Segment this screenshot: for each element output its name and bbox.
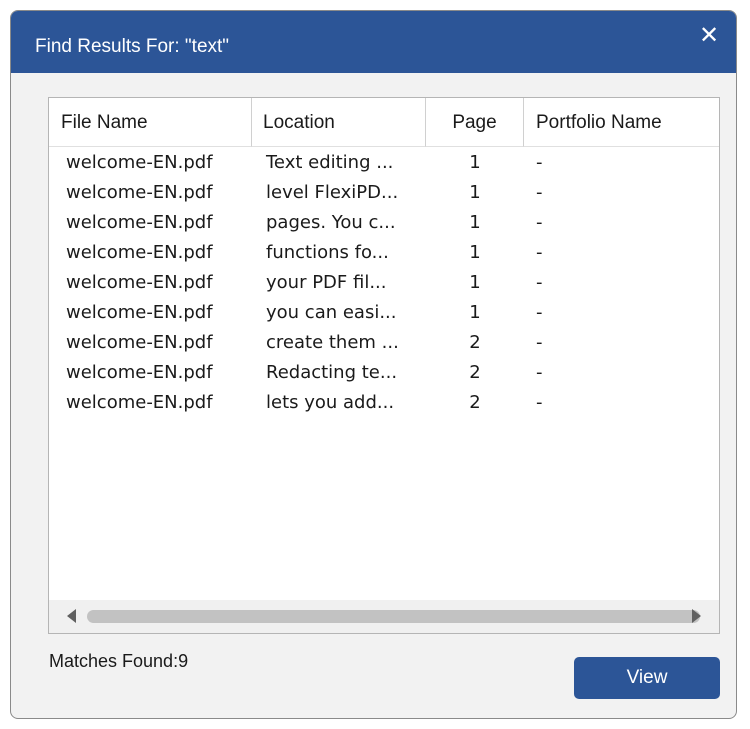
find-results-dialog: Find Results For: "text" ✕ File Name Loc… [10, 10, 737, 719]
cell-file-name: welcome-EN.pdf [66, 392, 213, 413]
table-row[interactable]: welcome-EN.pdf Text editing ... 1 - [49, 148, 719, 178]
scrollbar-thumb[interactable] [87, 610, 700, 623]
cell-file-name: welcome-EN.pdf [66, 362, 213, 383]
cell-page: 2 [469, 332, 481, 353]
table-row[interactable]: welcome-EN.pdf functions fo... 1 - [49, 238, 719, 268]
cell-location: functions fo... [266, 242, 389, 263]
cell-file-name: welcome-EN.pdf [66, 242, 213, 263]
list-rows: welcome-EN.pdf Text editing ... 1- welcome-… [49, 148, 719, 418]
table-row[interactable]: welcome-EN.pdf lets you add... 2 - [49, 388, 719, 418]
cell-location: level FlexiPD... [266, 182, 399, 203]
cell-file-name: welcome-EN.pdf [66, 332, 213, 353]
scroll-left-arrow-icon[interactable] [67, 609, 76, 623]
cell-portfolio-name: - [536, 242, 543, 263]
column-header-file-name[interactable]: File Name [49, 98, 252, 147]
table-row[interactable]: welcome-EN.pdf pages. You c... 1 - [49, 208, 719, 238]
view-button[interactable]: View [574, 657, 720, 699]
column-header-page[interactable]: Page [426, 98, 524, 147]
close-icon[interactable]: ✕ [696, 23, 722, 49]
cell-page: 2 [469, 362, 481, 383]
horizontal-scrollbar[interactable] [49, 600, 719, 633]
scroll-right-arrow-icon[interactable] [692, 609, 701, 623]
cell-location: your PDF fil... [266, 272, 387, 293]
cell-page: 2 [469, 392, 481, 413]
matches-found-label: Matches Found:9 [49, 651, 189, 671]
column-header-location[interactable]: Location [252, 98, 426, 147]
cell-page: 1 [469, 182, 481, 203]
cell-location: you can easi... [266, 302, 397, 323]
cell-location: create them ... [266, 332, 399, 353]
cell-portfolio-name: - [536, 182, 543, 203]
column-header-portfolio-name[interactable]: Portfolio Name [524, 98, 719, 147]
cell-file-name: welcome-EN.pdf [66, 152, 213, 173]
cell-page: 1 [469, 242, 481, 263]
table-row[interactable]: welcome-EN.pdf you can easi... 1 - [49, 298, 719, 328]
table-row[interactable]: welcome-EN.pdf create them ... 2 - [49, 328, 719, 358]
results-list[interactable]: File Name Location Page Portfolio Name w… [48, 97, 720, 634]
cell-portfolio-name: - [536, 392, 543, 413]
cell-file-name: welcome-EN.pdf [66, 212, 213, 233]
cell-file-name: welcome-EN.pdf [66, 302, 213, 323]
list-header: File Name Location Page Portfolio Name [49, 98, 719, 148]
cell-file-name: welcome-EN.pdf [66, 182, 213, 203]
cell-file-name: welcome-EN.pdf [66, 272, 213, 293]
dialog-title: Find Results For: "text" [35, 36, 230, 57]
cell-location: pages. You c... [266, 212, 396, 233]
table-row[interactable]: welcome-EN.pdf Redacting te... 2 - [49, 358, 719, 388]
cell-location: lets you add... [266, 392, 395, 413]
cell-location: Text editing ... [266, 152, 394, 173]
cell-page: 1 [469, 272, 481, 293]
cell-page: 1 [469, 152, 481, 173]
cell-portfolio-name: - [536, 362, 543, 383]
cell-page: 1 [469, 212, 481, 233]
cell-portfolio-name: - [536, 302, 543, 323]
cell-portfolio-name: - [536, 272, 543, 293]
table-row[interactable]: welcome-EN.pdf level FlexiPD... 1 - [49, 178, 719, 208]
cell-location: Redacting te... [266, 362, 398, 383]
table-row[interactable]: welcome-EN.pdf your PDF fil... 1 - [49, 268, 719, 298]
cell-portfolio-name: - [536, 332, 543, 353]
cell-portfolio-name: - [536, 212, 543, 233]
cell-page: 1 [469, 302, 481, 323]
cell-portfolio-name: - [536, 152, 543, 173]
title-bar: Find Results For: "text" ✕ [11, 11, 736, 73]
